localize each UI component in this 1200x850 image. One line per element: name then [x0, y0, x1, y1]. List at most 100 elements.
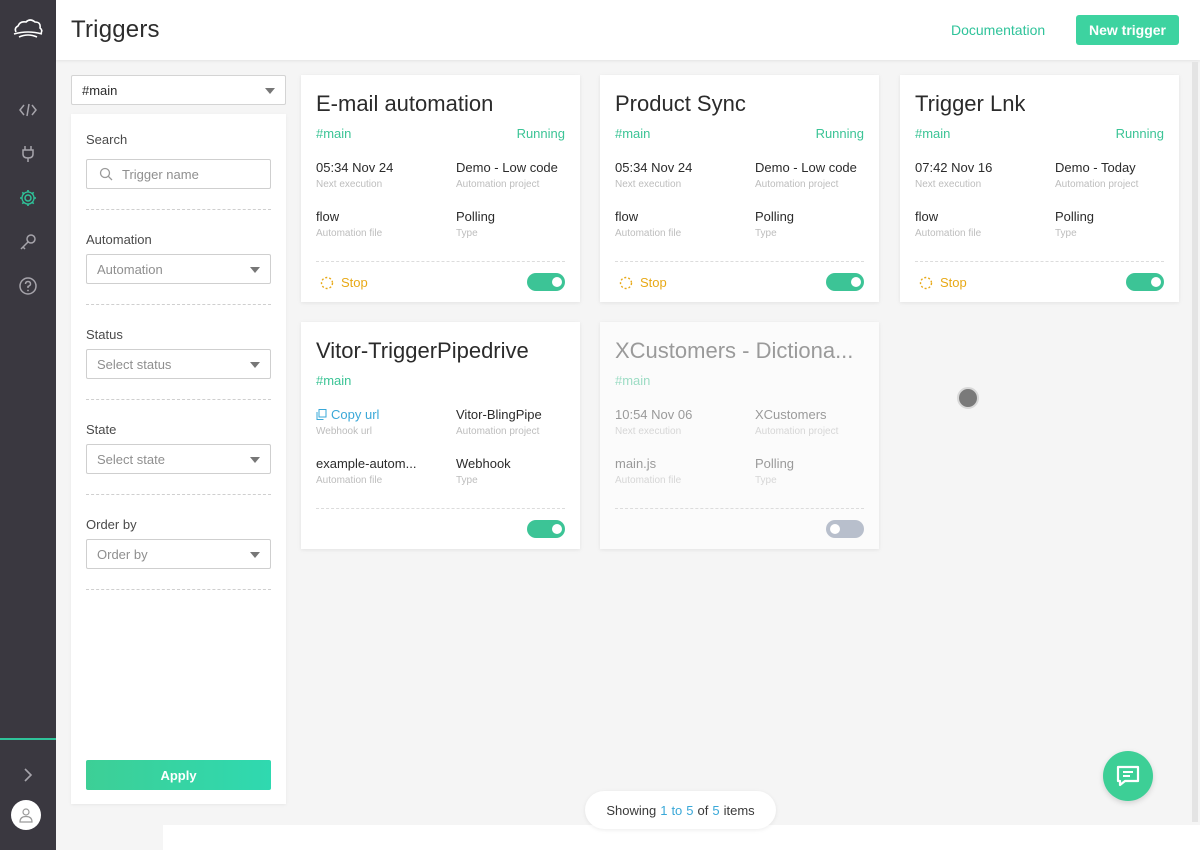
avatar[interactable]	[11, 800, 41, 830]
scrollbar[interactable]	[1192, 62, 1198, 822]
card-separator	[316, 508, 565, 509]
file-label: Automation file	[915, 228, 982, 239]
plug-icon[interactable]	[16, 142, 40, 166]
card-title: Trigger Lnk	[915, 91, 1026, 116]
project-value: Demo - Low code	[755, 160, 857, 175]
loading-indicator	[957, 387, 979, 409]
chat-button[interactable]	[1103, 751, 1153, 801]
next-execution-value: 05:34 Nov 24	[615, 160, 693, 175]
type-value: Polling	[456, 209, 496, 224]
card-title: Vitor-TriggerPipedrive	[316, 338, 529, 363]
stop-button[interactable]: Stop	[919, 275, 967, 290]
card-branch: #main	[316, 373, 352, 388]
documentation-link[interactable]: Documentation	[951, 22, 1045, 38]
new-trigger-button[interactable]: New trigger	[1076, 15, 1179, 45]
status-label: Status	[86, 327, 123, 342]
branch-select[interactable]: #main	[71, 75, 286, 105]
stop-label: Stop	[940, 275, 967, 290]
gear-icon[interactable]	[16, 186, 40, 210]
type-label: Type	[1055, 228, 1077, 239]
card-status: Running	[1115, 126, 1164, 141]
chevron-down-icon	[250, 267, 260, 273]
card-branch: #main	[915, 126, 951, 141]
header: Triggers Documentation New trigger	[56, 0, 1200, 60]
file-value: example-autom...	[316, 456, 417, 471]
project-value: XCustomers	[755, 407, 827, 422]
card-status: Running	[516, 126, 565, 141]
status-placeholder: Select status	[97, 357, 172, 372]
trigger-card[interactable]: Product Sync #main Running 05:34 Nov 24 …	[600, 75, 879, 302]
copy-url-label: Copy url	[331, 407, 380, 422]
type-label: Type	[755, 228, 777, 239]
file-value: flow	[615, 209, 639, 224]
card-separator	[316, 261, 565, 262]
rail-divider	[0, 738, 56, 740]
spinner-icon	[919, 276, 933, 289]
filter-separator	[86, 494, 271, 495]
next-execution-label: Next execution	[915, 179, 982, 190]
chevron-down-icon	[250, 457, 260, 463]
file-label: Automation file	[615, 475, 682, 486]
order-select[interactable]: Order by	[86, 539, 271, 569]
project-value: Demo - Low code	[456, 160, 558, 175]
type-value: Polling	[755, 456, 795, 471]
stop-label: Stop	[640, 275, 667, 290]
branch-select-value: #main	[82, 83, 118, 98]
chevron-down-icon	[250, 552, 260, 558]
pager-to: 5	[686, 802, 694, 818]
file-value: flow	[915, 209, 939, 224]
file-value: flow	[316, 209, 340, 224]
automation-select[interactable]: Automation	[86, 254, 271, 284]
next-execution-label: Next execution	[615, 179, 682, 190]
card-title: E-mail automation	[316, 91, 494, 116]
automation-label: Automation	[86, 232, 152, 247]
search-icon	[99, 167, 113, 181]
pager-total: 5	[712, 802, 720, 818]
state-select[interactable]: Select state	[86, 444, 271, 474]
pager-from: 1	[660, 802, 668, 818]
next-execution-value: 05:34 Nov 24	[316, 160, 394, 175]
project-label: Automation project	[755, 179, 839, 190]
status-select[interactable]: Select status	[86, 349, 271, 379]
next-execution-value: 07:42 Nov 16	[915, 160, 993, 175]
stop-button[interactable]: Stop	[320, 275, 368, 290]
search-input[interactable]: Trigger name	[86, 159, 271, 189]
chevron-right-icon[interactable]	[18, 765, 38, 785]
enabled-toggle[interactable]	[1126, 273, 1164, 291]
type-label: Type	[755, 475, 777, 486]
enabled-toggle[interactable]	[527, 520, 565, 538]
project-label: Automation project	[755, 426, 839, 437]
cloud-logo-icon[interactable]	[12, 17, 44, 41]
stop-button[interactable]: Stop	[619, 275, 667, 290]
copy-url-link[interactable]: Copy url	[316, 407, 379, 422]
filter-separator	[86, 399, 271, 400]
card-separator	[615, 261, 864, 262]
type-label: Type	[456, 475, 478, 486]
trigger-card[interactable]: Vitor-TriggerPipedrive #main Copy url We…	[301, 322, 580, 549]
file-label: Automation file	[316, 475, 383, 486]
next-execution-value: 10:54 Nov 06	[615, 407, 693, 422]
filter-separator	[86, 209, 271, 210]
enabled-toggle[interactable]	[826, 273, 864, 291]
type-value: Polling	[1055, 209, 1095, 224]
enabled-toggle[interactable]	[826, 520, 864, 538]
help-icon[interactable]	[16, 274, 40, 298]
trigger-card[interactable]: XCustomers - Dictiona... #main 10:54 Nov…	[600, 322, 879, 549]
pager-to-word: to	[671, 802, 683, 818]
stop-label: Stop	[341, 275, 368, 290]
project-value: Vitor-BlingPipe	[456, 407, 542, 422]
trigger-card[interactable]: E-mail automation #main Running 05:34 No…	[301, 75, 580, 302]
code-icon[interactable]	[16, 98, 40, 122]
type-label: Type	[456, 228, 478, 239]
chat-icon	[1116, 765, 1140, 787]
page-title: Triggers	[71, 16, 160, 43]
trigger-card[interactable]: Trigger Lnk #main Running 07:42 Nov 16 N…	[900, 75, 1179, 302]
project-label: Automation project	[456, 179, 540, 190]
key-icon[interactable]	[16, 230, 40, 254]
next-execution-label: Next execution	[316, 179, 383, 190]
apply-button[interactable]: Apply	[86, 760, 271, 790]
order-placeholder: Order by	[97, 547, 148, 562]
user-icon	[19, 808, 33, 823]
enabled-toggle[interactable]	[527, 273, 565, 291]
chevron-down-icon	[250, 362, 260, 368]
